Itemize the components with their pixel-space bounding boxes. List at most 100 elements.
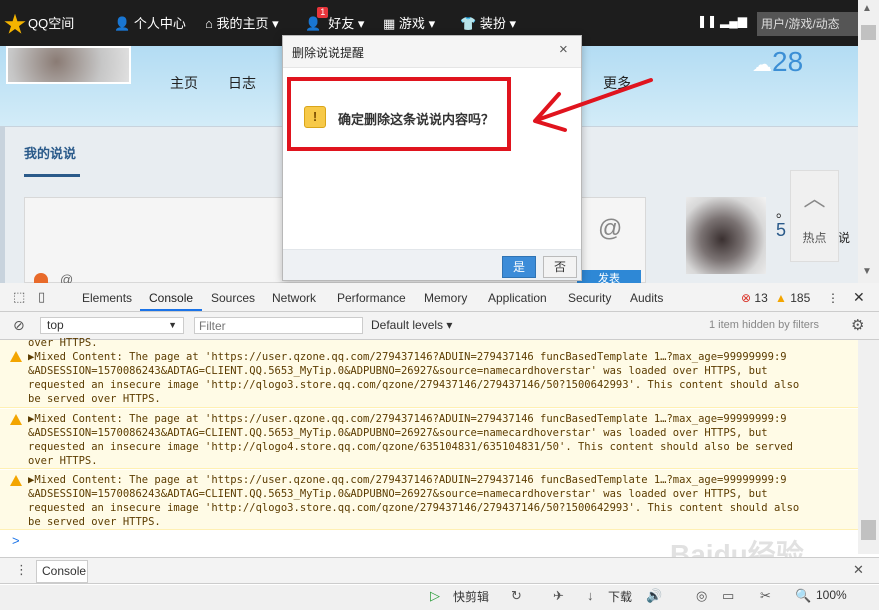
nav-my-homepage[interactable]: ⌂ 我的主页 ▾ [205, 13, 279, 32]
hidden-items-note: 1 item hidden by filters [709, 319, 820, 331]
more-options-icon[interactable]: ⋮ [827, 291, 839, 305]
tab-console[interactable]: Console [149, 291, 193, 305]
console-warning[interactable]: ▶Mixed Content: The page at 'https://use… [0, 470, 858, 530]
tab-network[interactable]: Network [272, 291, 316, 305]
person-icon: 👤 [114, 16, 131, 31]
message-line: requested an insecure image 'http://qlog… [28, 379, 800, 391]
tab-my-shuoshuo[interactable]: 我的说说 [24, 143, 76, 162]
menu-blog[interactable]: 日志 [228, 73, 256, 93]
tab-application[interactable]: Application [488, 291, 547, 305]
refresh-icon[interactable]: ↻ [511, 588, 522, 604]
zoom-level[interactable]: 100% [816, 588, 847, 602]
confirm-no-button[interactable]: 否 [543, 256, 577, 278]
nav-dressup[interactable]: 👕 装扮 ▾ [460, 13, 516, 32]
clip-label[interactable]: 快剪辑 [453, 588, 489, 605]
pin-icon[interactable]: ✈ [553, 588, 564, 604]
emoji-icon[interactable] [34, 273, 48, 283]
brand-name: QQ空间 [28, 16, 75, 31]
search-icon[interactable]: 🔍 [795, 588, 811, 604]
scroll-up-icon[interactable]: ▲ [862, 3, 872, 14]
message-line: requested an insecure image 'http://qlog… [28, 441, 793, 453]
warning-icon [10, 475, 22, 486]
star-logo-icon [4, 13, 26, 34]
page-scrollbar[interactable]: ▲ ▼ [858, 0, 879, 283]
nav-games[interactable]: ▦ 游戏 ▾ [383, 13, 435, 32]
menu-home[interactable]: 主页 [170, 73, 198, 93]
close-icon[interactable]: × [559, 41, 568, 58]
warning-count-value: 185 [790, 291, 811, 305]
download-icon[interactable]: ↓ [587, 588, 594, 603]
play-icon[interactable]: ▷ [430, 588, 440, 604]
console-warning[interactable]: over HTTPS. ▶Mixed Content: The page at '… [0, 337, 858, 408]
home-icon: ⌂ [205, 16, 213, 31]
hot-topics-button[interactable]: ︿ 热点 [790, 170, 839, 262]
scroll-down-icon[interactable]: ▼ [862, 266, 872, 277]
message-line: be served over HTTPS. [28, 516, 161, 528]
drawer-tab-console[interactable]: Console [36, 560, 88, 583]
tab-memory[interactable]: Memory [424, 291, 467, 305]
console-warning[interactable]: ▶Mixed Content: The page at 'https://use… [0, 409, 858, 469]
error-icon: ⊗ [741, 291, 752, 305]
clear-console-icon[interactable]: ⊘ [13, 317, 25, 334]
warning-triangle-icon: ▲ [775, 291, 787, 305]
devtools-drawer-bar: ⋮ ✕ [0, 557, 879, 584]
tab-security[interactable]: Security [568, 291, 611, 305]
close-devtools-icon[interactable]: ✕ [853, 289, 865, 306]
nav-search-input[interactable]: 用户/游戏/动态 [757, 12, 858, 36]
drawer-menu-icon[interactable]: ⋮ [15, 562, 28, 578]
dialog-footer: 是 否 [283, 249, 581, 280]
message-line: &ADSESSION=1570086243&ADTAG=CLIENT.QQ.56… [28, 365, 768, 377]
nav-friends[interactable]: 👤1好友 ▾ [305, 7, 364, 32]
signal-bars-icon[interactable]: ▂▄▆ [720, 14, 747, 28]
message-text: ▶Mixed Content: The page at 'https://use… [28, 473, 836, 529]
tab-performance[interactable]: Performance [337, 291, 406, 305]
scrollbar-thumb[interactable] [861, 25, 876, 40]
chevron-down-icon: ▾ [272, 16, 279, 31]
tab-sources[interactable]: Sources [211, 291, 255, 305]
console-scrollbar[interactable] [858, 340, 879, 554]
filter-input[interactable] [194, 317, 363, 334]
inspect-element-icon[interactable]: ⬚ [13, 289, 25, 305]
gear-icon[interactable]: ⚙ [851, 316, 864, 334]
error-count-value: 13 [754, 291, 768, 305]
avatar[interactable] [6, 46, 131, 84]
dropdown-arrow-icon: ▼ [168, 320, 177, 330]
nav-personal-center[interactable]: 👤 个人中心 [114, 13, 186, 32]
annotation-arrow [533, 78, 653, 132]
chevron-down-icon: ▾ [509, 16, 516, 31]
error-count[interactable]: ⊗ 13 [741, 291, 768, 305]
friends-count-badge: 1 [317, 7, 329, 18]
tab-audits[interactable]: Audits [630, 291, 663, 305]
cloud-icon: ☁ [752, 54, 772, 76]
shirt-icon: 👕 [460, 16, 477, 31]
download-label[interactable]: 下载 [608, 588, 632, 605]
link-icon[interactable]: @ [598, 215, 622, 243]
log-levels-dropdown[interactable]: Default levels ▾ [371, 318, 452, 332]
tab-active-indicator [24, 174, 80, 177]
devtools-tab-bar: ⬚ ▯ Elements Console Sources Network Per… [0, 283, 879, 312]
friends-icon: 👤 [305, 16, 322, 31]
context-selector[interactable]: top ▼ [40, 317, 184, 334]
scrollbar-thumb[interactable] [861, 520, 876, 540]
speaker-icon[interactable]: 🔊 [646, 588, 662, 604]
device-toolbar-icon[interactable]: ▯ [38, 289, 45, 305]
sound-icon[interactable]: ◎ [696, 588, 707, 604]
context-value: top [47, 318, 64, 332]
pause-icon[interactable]: ❚❚ [697, 14, 717, 28]
message-line: over HTTPS. [28, 337, 98, 349]
tab-elements[interactable]: Elements [82, 291, 132, 305]
nav-label: 个人中心 [133, 16, 186, 31]
qzone-logo[interactable]: QQ空间 [4, 13, 74, 36]
console-prompt[interactable]: > [12, 533, 20, 548]
close-drawer-icon[interactable]: ✕ [853, 562, 864, 578]
screenshot-icon[interactable]: ✂ [760, 588, 771, 604]
chevron-up-icon: ︿ [803, 186, 826, 211]
warning-count[interactable]: ▲ 185 [775, 291, 810, 305]
grid-icon: ▦ [383, 16, 396, 31]
warning-icon [10, 351, 22, 362]
confirm-yes-button[interactable]: 是 [502, 256, 536, 278]
publish-button[interactable]: 发表 [577, 270, 641, 285]
chevron-down-icon: ▾ [446, 318, 453, 332]
friend-avatar[interactable] [686, 197, 766, 274]
window-icon[interactable]: ▭ [722, 588, 734, 604]
